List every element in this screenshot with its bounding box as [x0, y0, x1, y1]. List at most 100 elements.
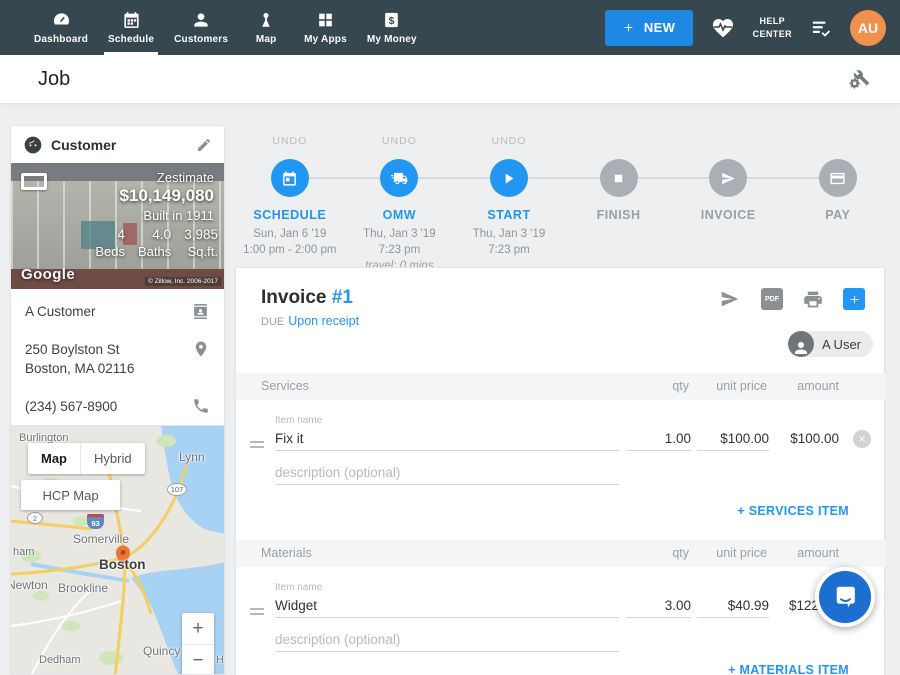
nav-label: Map: [256, 34, 277, 45]
address-line1: 250 Boylston St: [25, 342, 120, 357]
invoice-step-button[interactable]: [709, 159, 747, 197]
add-materials-item-link[interactable]: + MATERIALS ITEM: [728, 663, 849, 675]
heart-pulse-icon[interactable]: [710, 16, 736, 40]
start-step-label: START: [487, 208, 530, 222]
route-2-shield: 2: [27, 512, 43, 524]
schedule-step-detail: Sun, Jan 6 '19 1:00 pm - 2:00 pm: [243, 226, 336, 258]
services-header-bar: Services qty unit price amount: [236, 373, 886, 400]
nav-item-dashboard[interactable]: Dashboard: [24, 0, 98, 55]
phone-icon[interactable]: [192, 397, 210, 415]
nav-item-schedule[interactable]: Schedule: [98, 0, 164, 55]
finish-step-button[interactable]: [600, 159, 638, 197]
amount-column-header: amount: [797, 546, 839, 560]
pay-step-button[interactable]: [819, 159, 857, 197]
add-services-item-link[interactable]: + SERVICES ITEM: [737, 504, 849, 518]
finish-step-label: FINISH: [597, 208, 641, 222]
user-avatar[interactable]: AU: [850, 10, 886, 46]
map-label-quincy: Quincy: [143, 644, 180, 658]
nav-right: NEW HELP CENTER AU: [605, 0, 900, 55]
print-icon[interactable]: [802, 289, 824, 310]
customer-phone-row: (234) 567-8900: [25, 388, 210, 426]
hcp-map-button[interactable]: HCP Map: [21, 480, 120, 510]
map-zoom-out-button[interactable]: −: [182, 645, 214, 675]
customer-phone: (234) 567-8900: [25, 397, 117, 417]
address-line2: Boston, MA 02116: [25, 361, 134, 376]
map-pin-icon: [257, 10, 275, 30]
material-description-input[interactable]: description (optional): [275, 632, 619, 652]
drag-handle[interactable]: [250, 438, 264, 451]
nav-item-customers[interactable]: Customers: [164, 0, 238, 55]
undo-omw-link[interactable]: UNDO: [382, 135, 417, 159]
contact-card-icon[interactable]: [191, 302, 210, 321]
add-invoice-item-button[interactable]: [843, 288, 865, 310]
service-item-qty-input[interactable]: 1.00: [626, 431, 691, 451]
service-description-input[interactable]: description (optional): [275, 465, 619, 485]
close-icon: [857, 434, 867, 444]
nav-item-my-apps[interactable]: My Apps: [294, 0, 357, 55]
map-label-boston: Boston: [99, 557, 146, 572]
schedule-step-button[interactable]: [271, 159, 309, 197]
materials-header-bar: Materials qty unit price amount: [236, 540, 886, 567]
timeline-step-schedule: UNDO SCHEDULE Sun, Jan 6 '19 1:00 pm - 2…: [235, 135, 345, 274]
map-label-dedham: Dedham: [39, 654, 81, 666]
material-item-qty-input[interactable]: 3.00: [626, 598, 691, 618]
map-type-hybrid[interactable]: Hybrid: [81, 443, 145, 474]
due-value-link[interactable]: Upon receipt: [288, 314, 359, 328]
chat-smile-icon: [832, 584, 859, 611]
due-label: DUE: [261, 316, 284, 328]
start-step-button[interactable]: [490, 159, 528, 197]
schedule-icon: [122, 10, 141, 30]
customer-card: Customer Zestimate $10,149,080 Built in …: [10, 125, 225, 466]
nav-label: Schedule: [108, 34, 154, 45]
new-button-label: NEW: [644, 20, 676, 35]
nav-label: Dashboard: [34, 34, 88, 45]
sqft-value: 3,985: [184, 226, 218, 244]
drag-handle[interactable]: [250, 605, 264, 618]
google-logo: Google: [21, 266, 75, 283]
svg-text:$: $: [389, 15, 395, 26]
timeline-step-pay: PAY: [783, 135, 893, 274]
invoice-step-label: INVOICE: [701, 208, 756, 222]
timeline-step-invoice: INVOICE: [673, 135, 783, 274]
credit-card-icon: [829, 170, 846, 187]
chat-widget-button[interactable]: [815, 567, 875, 627]
route-107-shield: 107: [167, 483, 187, 496]
undo-start-link[interactable]: UNDO: [492, 135, 527, 159]
customer-card-header: Customer: [11, 126, 224, 163]
send-invoice-icon[interactable]: [718, 288, 742, 310]
job-settings-icon[interactable]: [847, 68, 870, 91]
pay-step-label: PAY: [825, 208, 850, 222]
help-center-line1: HELP: [753, 15, 792, 27]
send-icon: [720, 170, 737, 187]
activity-feed-icon[interactable]: [809, 17, 833, 39]
customer-info: A Customer 250 Boylston StBoston, MA 021…: [11, 289, 224, 425]
item-name-label: Item name: [275, 582, 322, 593]
omw-step-button[interactable]: [380, 159, 418, 197]
new-button[interactable]: NEW: [605, 10, 693, 46]
services-header: Services: [261, 379, 309, 393]
baths-label: Baths: [138, 244, 171, 259]
timeline-step-omw: UNDO OMW Thu, Jan 3 '19 7:23 pm travel: …: [345, 135, 455, 274]
street-view-icon: [21, 173, 47, 190]
location-pin-icon[interactable]: [192, 340, 210, 358]
invoice-number: #1: [332, 287, 353, 308]
nav-item-map[interactable]: Map: [238, 0, 294, 55]
omw-step-label: OMW: [383, 208, 416, 222]
nav-item-my-money[interactable]: $ My Money: [357, 0, 427, 55]
service-item-name-input[interactable]: Fix it: [275, 431, 619, 451]
map-zoom-in-button[interactable]: +: [182, 613, 214, 645]
help-center-link[interactable]: HELP CENTER: [753, 15, 792, 39]
map-type-map[interactable]: Map: [28, 443, 81, 474]
help-center-line2: CENTER: [753, 28, 792, 40]
material-item-price-input[interactable]: $40.99: [697, 598, 769, 618]
assignee-pill[interactable]: A User: [788, 331, 873, 357]
remove-service-item-button[interactable]: [853, 430, 871, 448]
map-zoom-control: + −: [182, 613, 214, 675]
nav-label: My Apps: [304, 34, 347, 45]
undo-schedule-link[interactable]: UNDO: [272, 135, 307, 159]
money-icon: $: [382, 10, 401, 30]
edit-pencil-icon[interactable]: [196, 137, 212, 153]
material-item-name-input[interactable]: Widget: [275, 598, 619, 618]
schedule-step-label: SCHEDULE: [253, 208, 326, 222]
pdf-icon[interactable]: PDF: [761, 288, 783, 310]
